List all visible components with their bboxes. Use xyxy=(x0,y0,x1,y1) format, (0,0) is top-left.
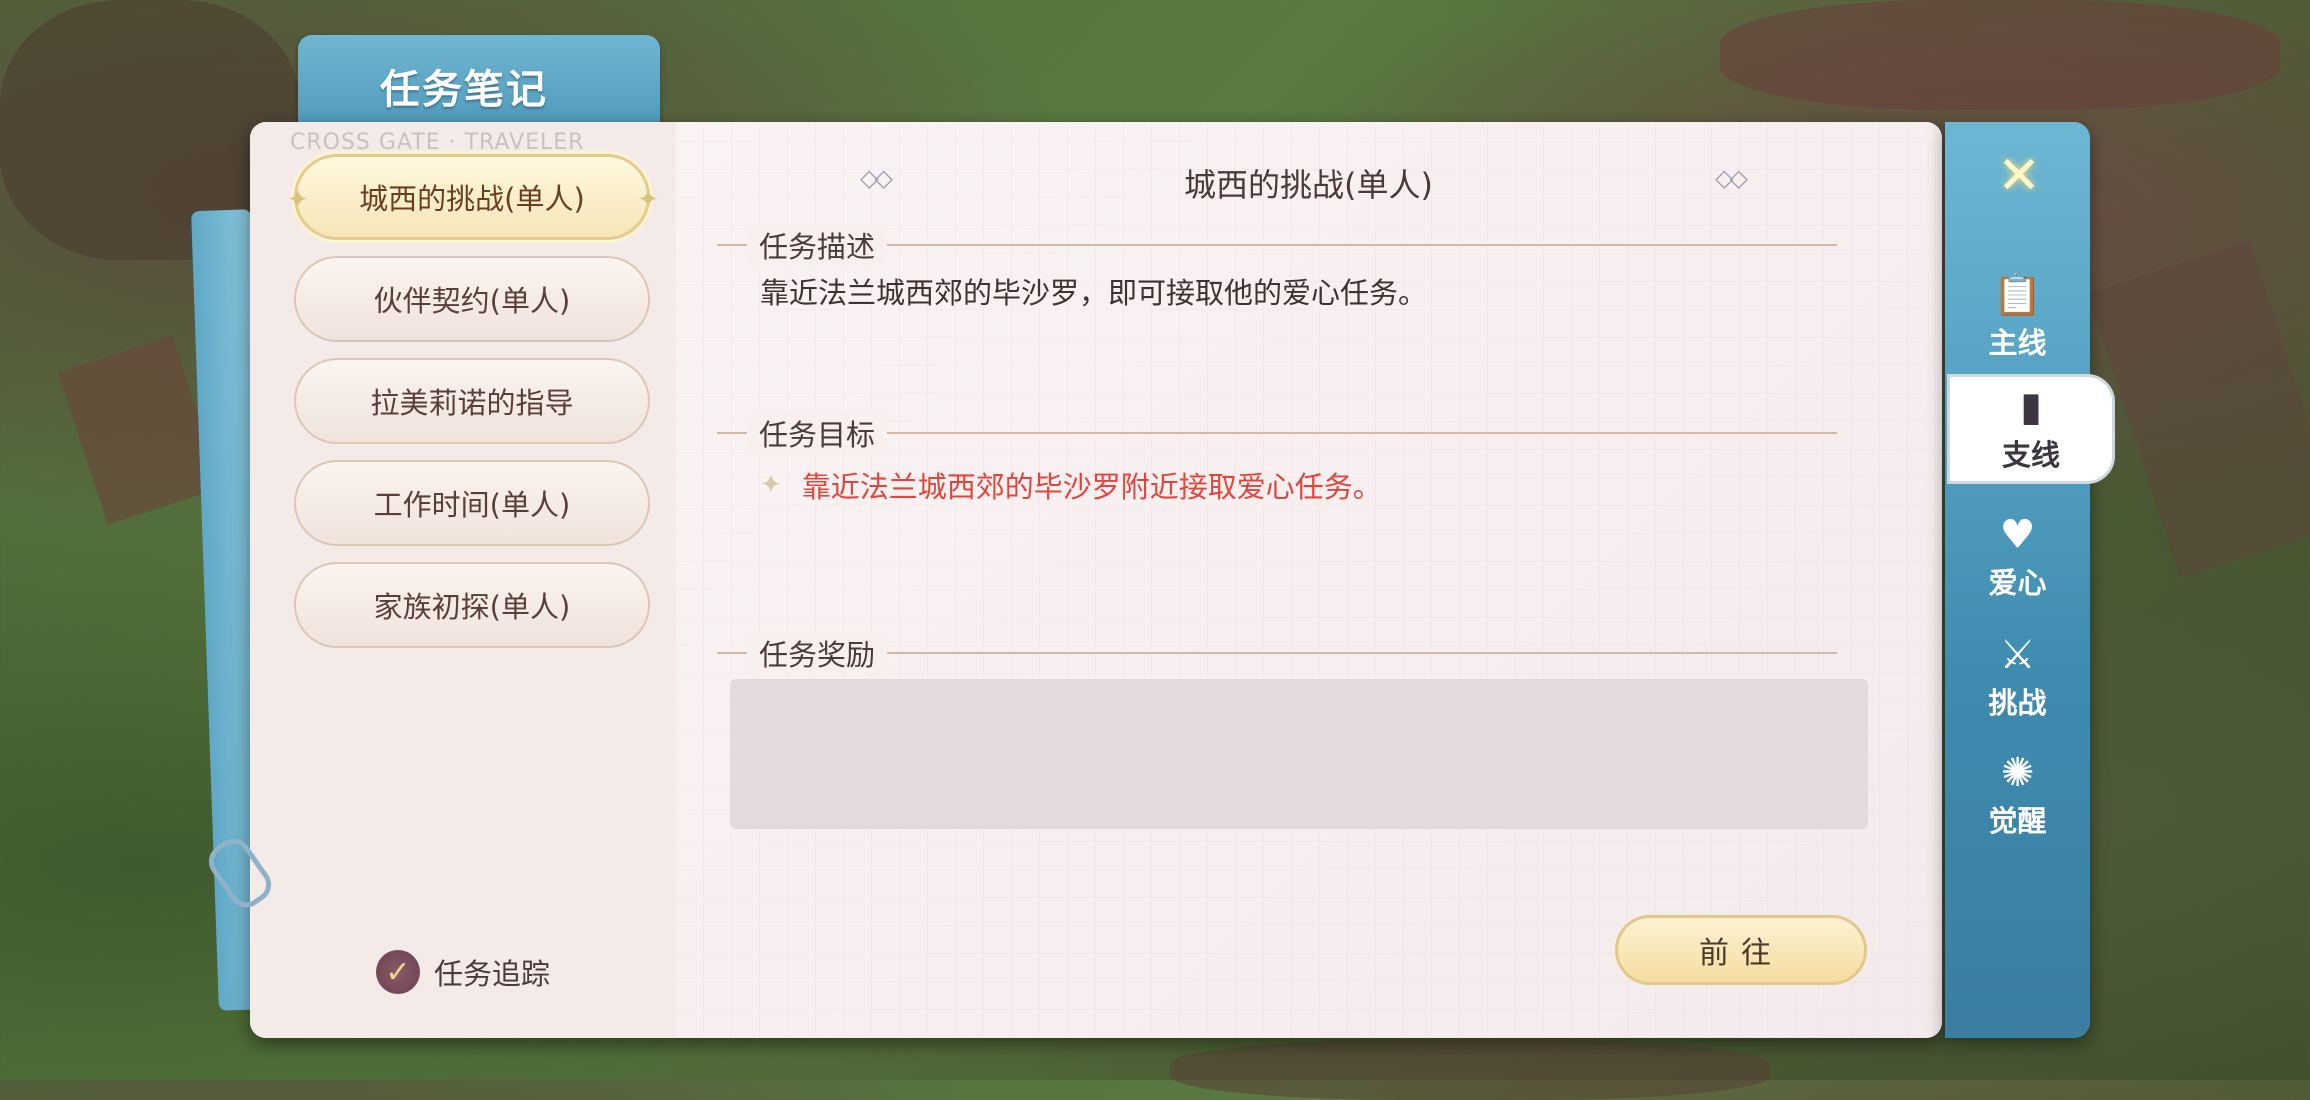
quest-tracking-toggle[interactable]: ✓ 任务追踪 xyxy=(376,950,550,994)
tab-label: 爱心 xyxy=(1988,566,2047,600)
go-button[interactable]: 前往 xyxy=(1615,915,1867,985)
watermark-text: CROSS GATE · TRAVELER xyxy=(290,130,585,155)
description-text: 靠近法兰城西郊的毕沙罗，即可接取他的爱心任务。 xyxy=(760,276,1428,310)
goal-text: 靠近法兰城西郊的毕沙罗附近接取爱心任务。 xyxy=(801,470,1382,504)
quest-item-label: 拉美莉诺的指导 xyxy=(370,386,574,420)
goal-section-header: 任务目标 xyxy=(717,412,1837,454)
quest-item-label: 工作时间(单人) xyxy=(373,488,571,522)
tab-label: 挑战 xyxy=(1988,686,2047,720)
star-bullet-icon: ✦ xyxy=(760,470,782,500)
quest-item[interactable]: 家族初探(单人) xyxy=(294,562,650,648)
page-title: 任务笔记 xyxy=(380,67,548,113)
checkmark-icon: ✓ xyxy=(376,950,420,994)
quest-list: ✦ 城西的挑战(单人) ✦ 伙伴契约(单人) 拉美莉诺的指导 工作时间(单人) … xyxy=(287,154,659,664)
tab-main-story[interactable]: 📋 主线 xyxy=(1945,262,2090,372)
tab-awaken[interactable]: ✺ 觉醒 xyxy=(1945,740,2090,850)
background-ground xyxy=(1170,1040,1770,1100)
awaken-icon: ✺ xyxy=(2000,750,2035,796)
tab-label: 支线 xyxy=(2001,438,2060,472)
tab-challenge[interactable]: ⚔ 挑战 xyxy=(1945,622,2090,732)
quest-item-active[interactable]: ✦ 城西的挑战(单人) ✦ xyxy=(287,154,659,240)
notebook-header: 任务笔记 xyxy=(298,35,660,135)
clipboard-icon: 📋 xyxy=(1992,272,2043,318)
quest-item-label: 城西的挑战(单人) xyxy=(359,182,585,216)
quest-item[interactable]: 拉美莉诺的指导 xyxy=(294,358,650,444)
tab-label: 主线 xyxy=(1988,326,2047,360)
quest-item-label: 家族初探(单人) xyxy=(373,590,571,624)
background-building xyxy=(2087,241,2310,579)
sparkle-icon: ✦ xyxy=(287,185,309,215)
tab-side-story[interactable]: ▮ 支线 xyxy=(1947,374,2115,484)
sparkle-icon: ✦ xyxy=(637,185,659,215)
quest-list-column: CROSS GATE · TRAVELER ✦ 城西的挑战(单人) ✦ 伙伴契约… xyxy=(250,122,676,1038)
book-icon: ▮ xyxy=(2019,384,2042,430)
close-icon[interactable]: ✕ xyxy=(1995,150,2043,202)
tracking-label: 任务追踪 xyxy=(434,957,551,991)
quest-item-label: 伙伴契约(单人) xyxy=(373,284,571,318)
quest-detail-title: 城西的挑战(单人) xyxy=(1184,166,1433,204)
quest-panel: CROSS GATE · TRAVELER ✦ 城西的挑战(单人) ✦ 伙伴契约… xyxy=(250,122,1942,1038)
tab-label: 觉醒 xyxy=(1988,804,2047,838)
description-heading: 任务描述 xyxy=(747,224,888,266)
category-sidebar: ✕ 📋 主线 ▮ 支线 ♥ 爱心 ⚔ 挑战 ✺ 觉醒 xyxy=(1945,122,2115,1038)
reward-area xyxy=(730,679,1868,829)
crossed-swords-icon: ⚔ xyxy=(1999,632,2036,678)
heart-icon: ♥ xyxy=(1999,512,2036,558)
goal-heading: 任务目标 xyxy=(747,412,888,454)
description-section-header: 任务描述 xyxy=(717,224,1837,266)
diamond-ornament-icon: ◇◇ xyxy=(1715,164,1748,192)
quest-detail: ◇◇ 城西的挑战(单人) ◇◇ 任务描述 靠近法兰城西郊的毕沙罗，即可接取他的爱… xyxy=(675,122,1942,1038)
reward-section-header: 任务奖励 xyxy=(717,632,1837,674)
reward-heading: 任务奖励 xyxy=(747,632,888,674)
background-roof xyxy=(1720,0,2280,110)
quest-item[interactable]: 伙伴契约(单人) xyxy=(294,256,650,342)
quest-item[interactable]: 工作时间(单人) xyxy=(294,460,650,546)
goal-item: ✦ 靠近法兰城西郊的毕沙罗附近接取爱心任务。 xyxy=(760,464,1382,506)
tab-heart[interactable]: ♥ 爱心 xyxy=(1945,502,2090,612)
